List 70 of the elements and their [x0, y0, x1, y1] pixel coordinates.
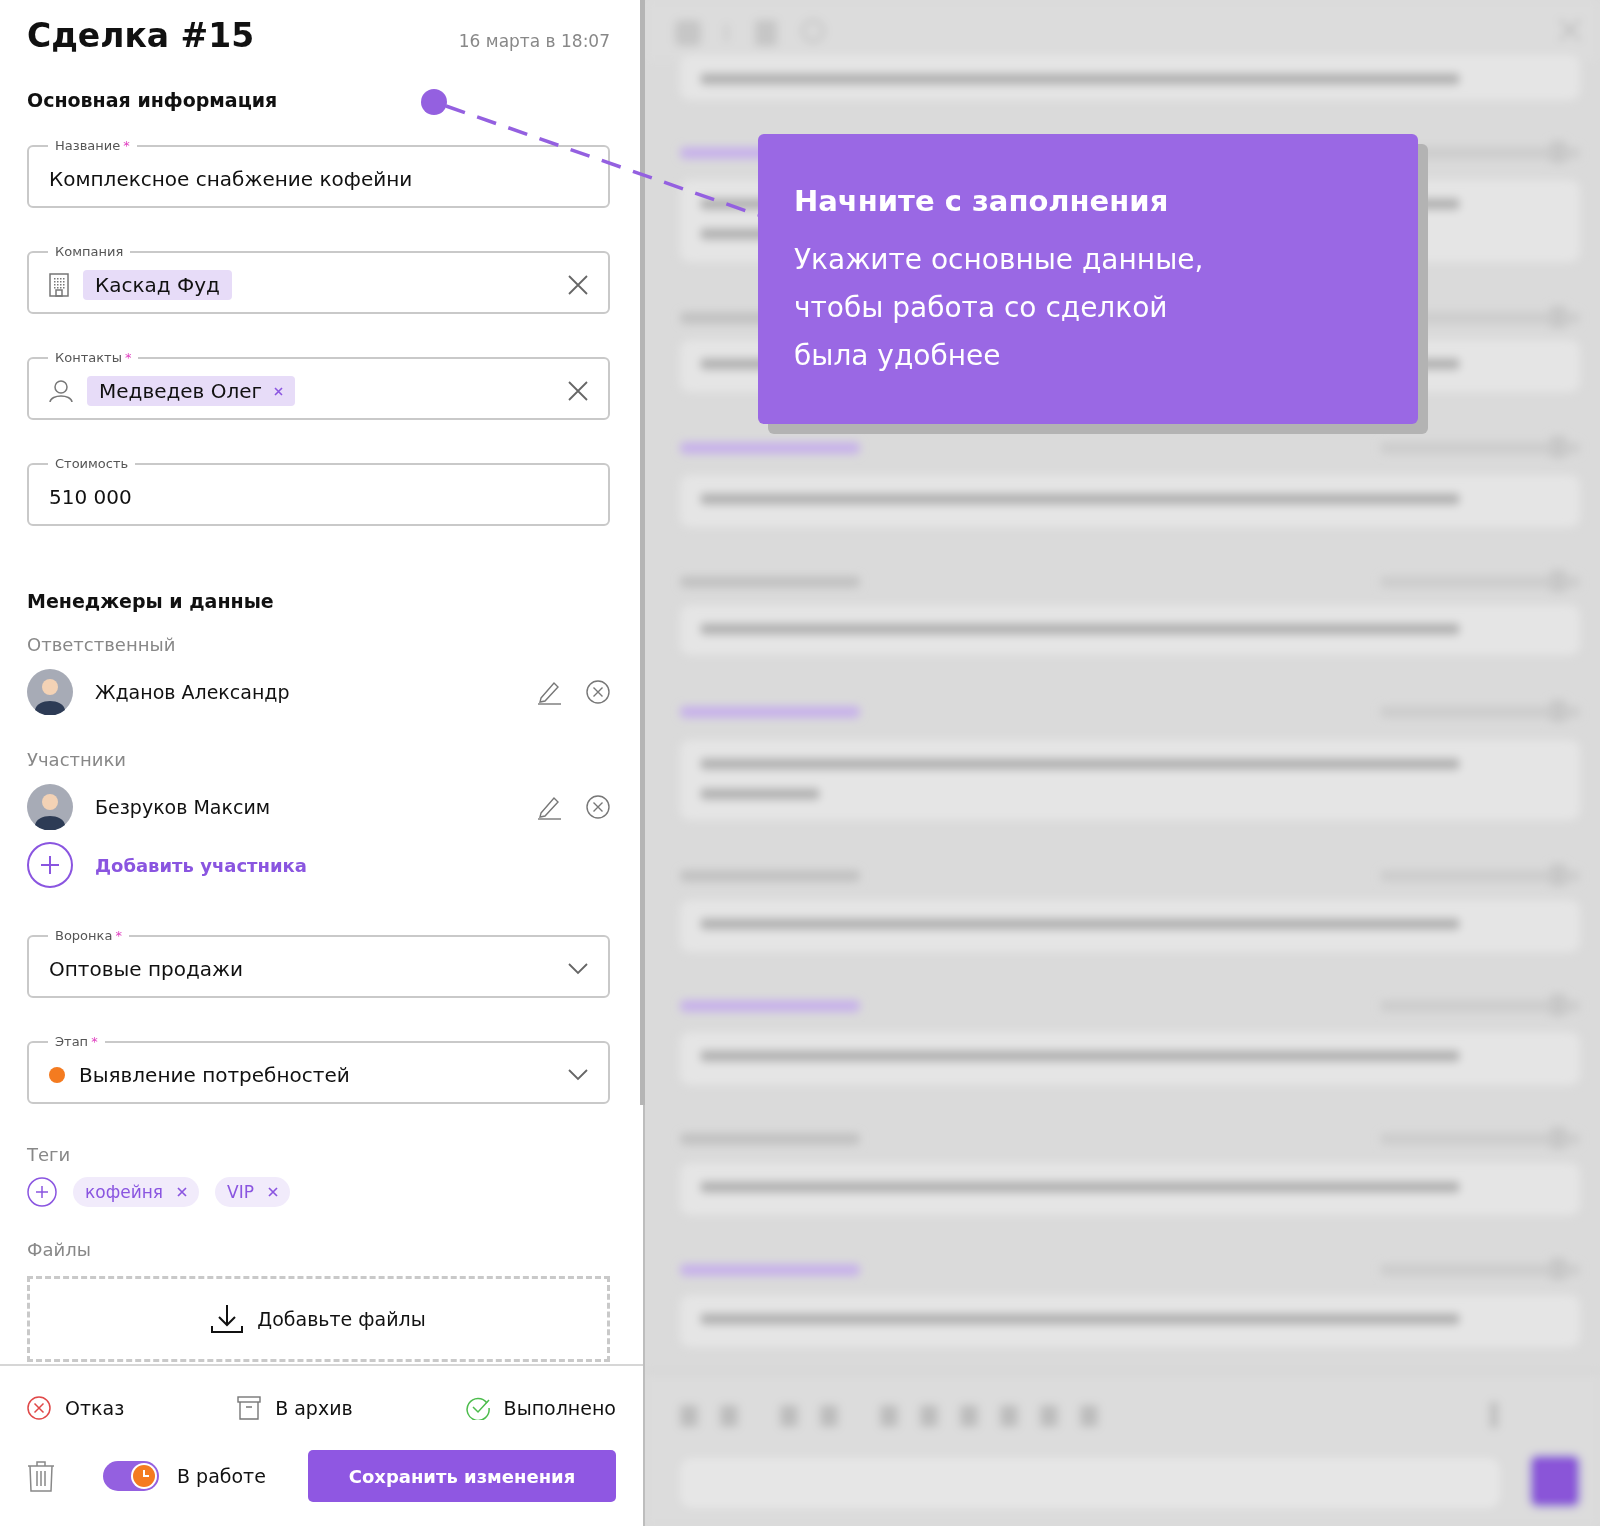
tooltip-title: Начните с заполнения — [794, 184, 1170, 218]
input-field[interactable]: Компания Каскад Фуд — [27, 244, 610, 314]
file-dropzone[interactable]: Добавьте файлы — [27, 1276, 610, 1362]
required-mark: * — [124, 350, 132, 365]
field-value: Выявление потребностей — [79, 1063, 350, 1087]
field-label: Этап — [55, 1034, 89, 1049]
input-field[interactable]: Контакты * Медведев Олег — [27, 350, 610, 420]
pencil-icon[interactable] — [536, 679, 562, 705]
action-button[interactable]: Отказ — [27, 1396, 125, 1420]
tag[interactable]: VIP — [215, 1177, 290, 1207]
remove-icon[interactable] — [586, 795, 610, 819]
trash-icon[interactable] — [27, 1460, 55, 1492]
tag[interactable]: кофейня — [73, 1177, 200, 1207]
chip[interactable]: Медведев Олег — [87, 376, 296, 406]
deal-date: 16 марта в 18:07 — [458, 31, 610, 51]
dropzone-label: Добавьте файлы — [257, 1308, 426, 1330]
avatar — [27, 669, 73, 715]
add-participant-link[interactable]: Добавить участника — [95, 854, 307, 876]
chip[interactable]: Каскад Фуд — [83, 270, 232, 300]
chevron-down-icon[interactable] — [568, 1069, 588, 1081]
avatar — [27, 784, 73, 830]
remove-icon[interactable] — [274, 386, 284, 396]
check-circle-icon — [465, 1396, 490, 1420]
tooltip-text: Укажите основные данные, чтобы работа со сделкой была удобнее — [794, 242, 1205, 374]
field-label: Компания — [55, 244, 124, 259]
group-label: Теги — [27, 1144, 72, 1165]
input-field[interactable]: Стоимость 510 000 — [27, 456, 610, 526]
marker-dot — [421, 89, 447, 115]
group-label: Участники — [27, 749, 128, 770]
field-value: Комплексное снабжение кофейни — [49, 167, 413, 191]
section-title: Основная информация — [27, 89, 278, 111]
toggle-label: В работе — [177, 1465, 266, 1487]
field-value: 510 000 — [49, 485, 132, 509]
field-label: Воронка — [55, 928, 113, 943]
add-icon[interactable] — [27, 842, 73, 888]
person-name: Безруков Максим — [95, 796, 271, 818]
remove-icon[interactable] — [177, 1187, 188, 1197]
field-label: Название — [55, 138, 121, 153]
clock-icon — [133, 1465, 155, 1487]
remove-icon[interactable] — [267, 1187, 278, 1197]
group-label: Ответственный — [27, 634, 177, 655]
field-label: Стоимость — [55, 456, 129, 471]
chevron-down-icon[interactable] — [568, 963, 588, 975]
download-icon — [211, 1304, 244, 1334]
action-button[interactable]: В архив — [237, 1396, 353, 1420]
add-icon[interactable] — [27, 1177, 57, 1207]
field-value: Оптовые продажи — [49, 957, 244, 981]
input-field[interactable]: Название * Комплексное снабжение кофейни — [27, 138, 610, 208]
field-label: Контакты — [55, 350, 122, 365]
select-field[interactable]: Воронка * Оптовые продажи — [27, 928, 610, 998]
remove-icon[interactable] — [586, 680, 610, 704]
required-mark: * — [123, 138, 130, 153]
clear-icon[interactable] — [568, 381, 588, 401]
scrollbar[interactable] — [640, 0, 645, 1105]
clear-icon[interactable] — [568, 275, 588, 295]
section-title: Менеджеры и данные — [27, 590, 274, 612]
person-icon — [49, 379, 73, 403]
group-label: Файлы — [27, 1239, 92, 1260]
deal-title: Сделка #15 — [27, 16, 255, 55]
person-name: Жданов Александр — [95, 681, 290, 703]
archive-box-icon — [237, 1396, 262, 1420]
cancel-icon — [27, 1396, 51, 1420]
pencil-icon[interactable] — [536, 794, 562, 820]
save-button[interactable]: Сохранить изменения — [308, 1450, 616, 1502]
status-toggle[interactable] — [103, 1461, 159, 1491]
building-icon — [49, 273, 69, 297]
required-mark: * — [91, 1034, 98, 1049]
action-button[interactable]: Выполнено — [465, 1396, 616, 1420]
select-field[interactable]: Этап * Выявление потребностей — [27, 1034, 610, 1104]
required-mark: * — [115, 928, 122, 943]
